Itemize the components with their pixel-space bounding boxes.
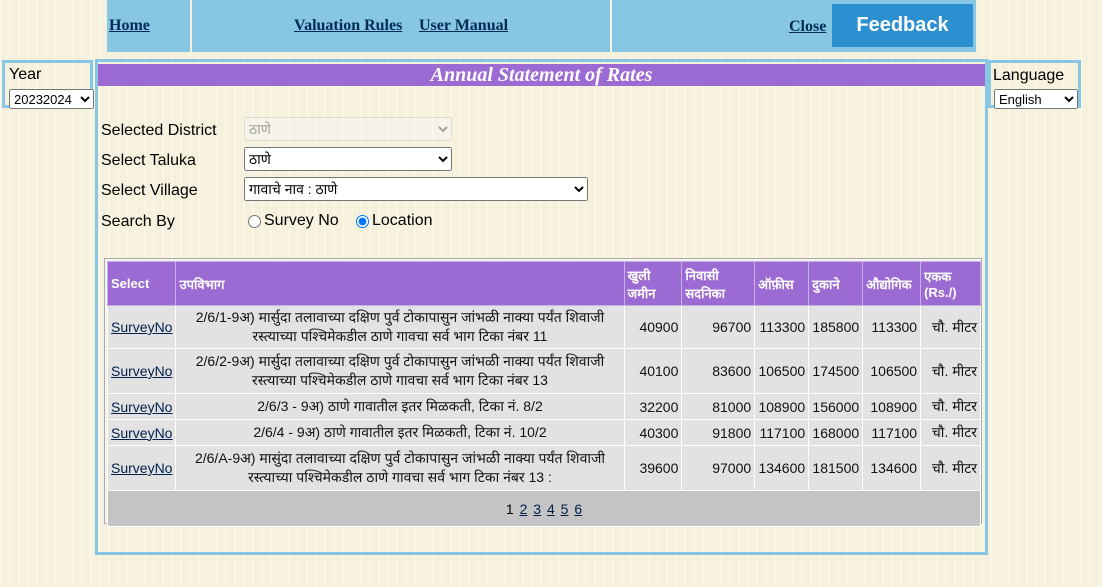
unit-cell: चौ. मीटर — [920, 419, 981, 446]
survey-no-link[interactable]: SurveyNo — [111, 425, 172, 441]
industrial-cell: 108900 — [862, 393, 922, 420]
open-land-cell: 40900 — [623, 305, 683, 349]
language-select[interactable]: English — [994, 89, 1078, 109]
survey-no-radio-input[interactable] — [248, 214, 261, 228]
shops-cell: 181500 — [808, 445, 864, 491]
col-header-residential: निवासी सदनिका — [681, 261, 756, 306]
table-row: SurveyNo 2/6/3 - 9अ) ठाणे गावातील इतर मि… — [106, 393, 981, 420]
survey-no-radio-label: Survey No — [264, 212, 339, 229]
office-cell: 108900 — [754, 393, 810, 420]
col-header-office: ऑफ़ीस — [754, 261, 810, 306]
year-panel: Year 20232024 — [2, 60, 94, 109]
location-radio-input[interactable] — [356, 214, 369, 228]
shops-cell: 174500 — [808, 348, 864, 394]
col-header-unit: एकक (Rs./) — [920, 261, 981, 306]
table-row: SurveyNo 2/6/2-9अ) मार्सुदा तलावाच्या दक… — [106, 348, 981, 394]
subdivision-cell: 2/6/4 - 9अ) ठाणे गावातील इतर मिळकती, टिक… — [175, 419, 625, 446]
table-row: SurveyNo 2/6/4 - 9अ) ठाणे गावातील इतर मि… — [106, 419, 981, 446]
office-cell: 134600 — [754, 445, 810, 491]
open-land-cell: 32200 — [623, 393, 683, 420]
subdivision-cell: 2/6/A-9अ) मासुंदा तलावाच्या दक्षिण पुर्व… — [175, 445, 625, 491]
subdivision-cell: 2/6/3 - 9अ) ठाणे गावातील इतर मिळकती, टिक… — [175, 393, 625, 420]
language-panel: Language English — [988, 60, 1081, 109]
col-header-shops: दुकाने — [808, 261, 864, 306]
top-nav-bar: Home Valuation Rules User Manual Close F… — [107, 0, 976, 52]
open-land-cell: 40300 — [623, 419, 683, 446]
taluka-label: Select Taluka — [101, 152, 196, 169]
shops-cell: 168000 — [808, 419, 864, 446]
table-row: SurveyNo 2/6/1-9अ) मार्सुदा तलावाच्या दक… — [106, 305, 981, 349]
survey-no-link[interactable]: SurveyNo — [111, 363, 172, 379]
residential-cell: 96700 — [681, 305, 756, 349]
table-cell: SurveyNo — [106, 348, 177, 394]
page-link-2[interactable]: 2 — [520, 501, 528, 517]
village-select[interactable]: गावाचे नाव : ठाणे — [244, 177, 588, 201]
close-link[interactable]: Close — [789, 18, 826, 36]
subdivision-cell: 2/6/1-9अ) मार्सुदा तलावाच्या दक्षिण पुर्… — [175, 305, 625, 349]
office-cell: 106500 — [754, 348, 810, 394]
year-label: Year — [9, 66, 42, 83]
open-land-cell: 39600 — [623, 445, 683, 491]
survey-no-link[interactable]: SurveyNo — [111, 399, 172, 415]
unit-cell: चौ. मीटर — [920, 445, 981, 491]
feedback-button[interactable]: Feedback — [832, 4, 973, 47]
taluka-select[interactable]: ठाणे — [244, 147, 452, 171]
pagination: 1 2 3 4 5 6 — [107, 490, 981, 527]
village-label: Select Village — [101, 182, 198, 199]
unit-cell: चौ. मीटर — [920, 348, 981, 394]
main-panel: Annual Statement of Rates Selected Distr… — [95, 59, 988, 555]
office-cell: 113300 — [754, 305, 810, 349]
table-cell: SurveyNo — [106, 419, 177, 446]
table-cell: SurveyNo — [106, 305, 177, 349]
survey-no-radio[interactable]: Survey No — [248, 212, 339, 230]
page-current: 1 — [505, 500, 514, 517]
office-cell: 117100 — [754, 419, 810, 446]
valuation-rules-link[interactable]: Valuation Rules — [294, 17, 402, 35]
nav-divider — [190, 0, 192, 52]
shops-cell: 185800 — [808, 305, 864, 349]
district-label: Selected District — [101, 122, 217, 139]
unit-cell: चौ. मीटर — [920, 305, 981, 349]
page-link-3[interactable]: 3 — [533, 501, 541, 517]
col-header-select: Select — [106, 261, 177, 306]
survey-no-link[interactable]: SurveyNo — [111, 460, 172, 476]
home-link[interactable]: Home — [109, 17, 150, 35]
nav-divider — [610, 0, 612, 52]
page-title: Annual Statement of Rates — [98, 64, 985, 86]
industrial-cell: 113300 — [862, 305, 922, 349]
language-label: Language — [993, 67, 1065, 84]
residential-cell: 81000 — [681, 393, 756, 420]
pagination-row: 1 2 3 4 5 6 — [107, 490, 981, 527]
col-header-subdivision: उपविभाग — [175, 261, 625, 306]
search-by-label: Search By — [101, 213, 175, 230]
residential-cell: 97000 — [681, 445, 756, 491]
subdivision-cell: 2/6/2-9अ) मार्सुदा तलावाच्या दक्षिण पुर्… — [175, 348, 625, 394]
table-row: SurveyNo 2/6/A-9अ) मासुंदा तलावाच्या दक्… — [106, 445, 981, 491]
year-select[interactable]: 20232024 — [9, 89, 94, 109]
unit-cell: चौ. मीटर — [920, 393, 981, 420]
table-cell: SurveyNo — [106, 445, 177, 491]
residential-cell: 91800 — [681, 419, 756, 446]
residential-cell: 83600 — [681, 348, 756, 394]
col-header-industrial: औद्योगिक — [862, 261, 922, 306]
user-manual-link[interactable]: User Manual — [419, 17, 508, 35]
page-link-6[interactable]: 6 — [574, 501, 582, 517]
page-link-4[interactable]: 4 — [547, 501, 555, 517]
industrial-cell: 117100 — [862, 419, 922, 446]
industrial-cell: 134600 — [862, 445, 922, 491]
page-link-5[interactable]: 5 — [561, 501, 569, 517]
col-header-open-land: खुली जमीन — [623, 261, 683, 306]
district-select: ठाणे — [244, 117, 452, 141]
location-radio[interactable]: Location — [356, 212, 433, 230]
survey-no-link[interactable]: SurveyNo — [111, 319, 172, 335]
open-land-cell: 40100 — [623, 348, 683, 394]
rates-table-container: Select उपविभाग खुली जमीन निवासी सदनिका ऑ… — [104, 258, 982, 527]
shops-cell: 156000 — [808, 393, 864, 420]
table-cell: SurveyNo — [106, 393, 177, 420]
location-radio-label: Location — [372, 212, 433, 229]
rates-table: Select उपविभाग खुली जमीन निवासी सदनिका ऑ… — [106, 261, 981, 527]
industrial-cell: 106500 — [862, 348, 922, 394]
